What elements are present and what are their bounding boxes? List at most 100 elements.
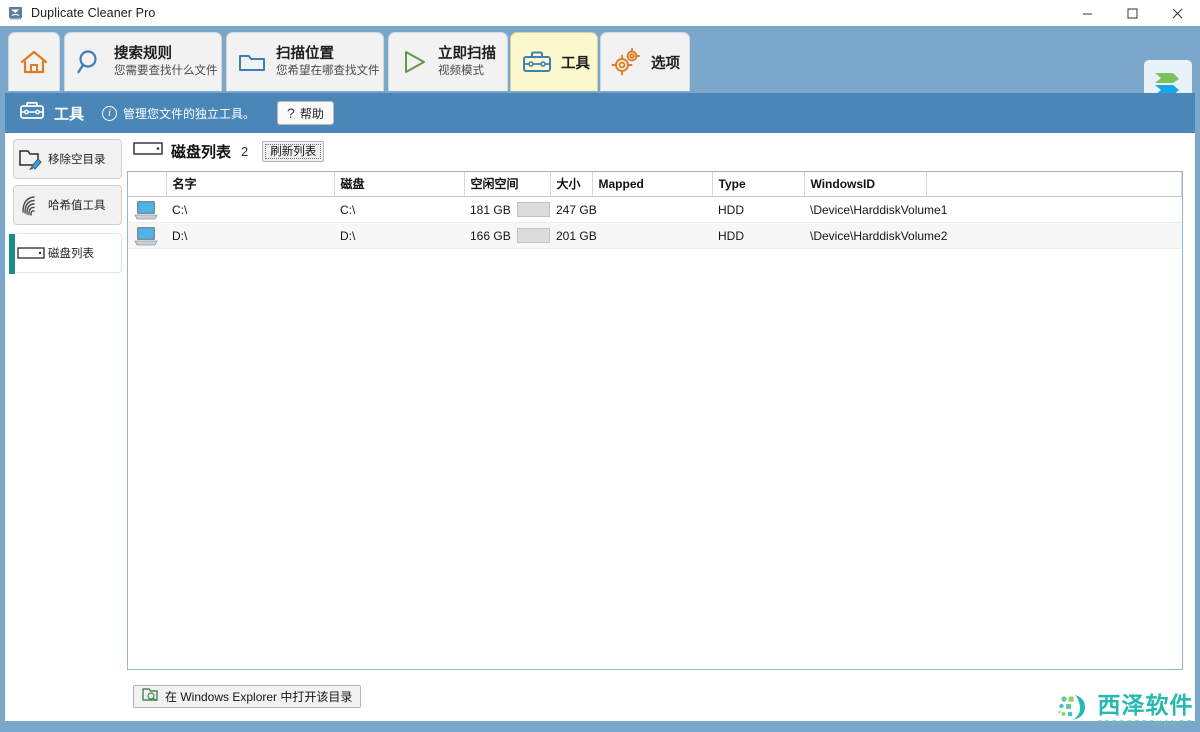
maximize-button[interactable] xyxy=(1110,0,1155,26)
col-header-size[interactable]: 大小 xyxy=(550,172,593,197)
tab-scan-location-subtitle: 您希望在哪查找文件 xyxy=(276,64,380,77)
tab-scan-now-title: 立即扫描 xyxy=(438,45,496,62)
tools-sidebar: 移除空目录 哈希值工具 磁盘列表 xyxy=(5,133,127,721)
refresh-list-button-label: 刷新列表 xyxy=(270,146,317,158)
sidebar-item-remove-empty-dirs[interactable]: 移除空目录 xyxy=(13,139,122,179)
tab-home[interactable] xyxy=(8,32,60,91)
computer-icon xyxy=(134,226,166,246)
folder-icon xyxy=(237,47,267,77)
row-filler xyxy=(926,196,1182,223)
help-button[interactable]: ? 帮助 xyxy=(277,101,334,125)
title-bar: Duplicate Cleaner Pro xyxy=(0,0,1200,26)
sidebar-item-hash-tool[interactable]: 哈希值工具 xyxy=(13,185,122,225)
application-window: Duplicate Cleaner Pro 搜索规则 您需要查找什么文件 扫描位… xyxy=(0,0,1200,732)
minimize-button[interactable] xyxy=(1065,0,1110,26)
info-bar-title: 工具 xyxy=(54,105,85,123)
close-button[interactable] xyxy=(1155,0,1200,26)
row-type: HDD xyxy=(712,222,804,249)
tab-search-criteria-title: 搜索规则 xyxy=(114,45,172,62)
col-header-icon[interactable] xyxy=(128,172,167,197)
panel-header: 磁盘列表 2 刷新列表 xyxy=(127,133,1195,169)
col-header-free-space[interactable]: 空闲空间 xyxy=(464,172,551,197)
play-icon xyxy=(399,47,429,77)
disk-icon xyxy=(14,245,48,261)
tab-scan-location-title: 扫描位置 xyxy=(276,45,334,62)
row-free-space-cell: 166 GB xyxy=(464,222,550,249)
row-free-space: 166 GB xyxy=(470,228,511,243)
disk-table: 名字 磁盘 空闲空间 大小 Mapped Type WindowsID C:\ … xyxy=(128,172,1182,249)
active-item-indicator xyxy=(9,234,15,274)
tab-options[interactable]: 选项 xyxy=(600,32,690,91)
disk-table-container: 名字 磁盘 空闲空间 大小 Mapped Type WindowsID C:\ … xyxy=(127,171,1183,670)
app-logo-icon xyxy=(8,5,24,21)
help-button-label: 帮助 xyxy=(299,106,324,121)
page-title: 磁盘列表 xyxy=(171,143,232,161)
tab-scan-now[interactable]: 立即扫描 视频模式 xyxy=(388,32,508,91)
tab-tools-title: 工具 xyxy=(561,55,590,72)
row-free-space-cell: 181 GB xyxy=(464,196,550,223)
fingerprint-icon xyxy=(14,192,48,218)
window-title: Duplicate Cleaner Pro xyxy=(31,6,156,20)
toolbox-icon xyxy=(19,100,45,127)
table-row[interactable]: D:\ D:\ 166 GB 201 GB HDD \Device\Harddi… xyxy=(128,222,1182,249)
row-disk: D:\ xyxy=(334,222,464,249)
disk-list-panel: 磁盘列表 2 刷新列表 名字 磁盘 空闲空间 大小 Mapped Type Wi… xyxy=(127,133,1195,721)
folder-search-icon xyxy=(142,687,159,707)
gears-icon xyxy=(611,47,643,77)
free-space-bar xyxy=(516,202,550,217)
window-controls xyxy=(1065,0,1200,26)
row-windowsid: \Device\HarddiskVolume2 xyxy=(804,222,947,249)
magnifier-icon xyxy=(75,47,105,77)
col-header-name[interactable]: 名字 xyxy=(166,172,335,197)
col-header-mapped[interactable]: Mapped xyxy=(592,172,713,197)
row-mapped xyxy=(592,222,712,249)
tab-tools[interactable]: 工具 xyxy=(510,32,598,91)
disk-icon xyxy=(133,141,163,161)
tab-options-title: 选项 xyxy=(651,55,680,72)
disk-table-body: C:\ C:\ 181 GB 247 GB HDD \Device\Harddi… xyxy=(128,196,1182,249)
sidebar-item-disk-list[interactable]: 磁盘列表 xyxy=(9,233,122,274)
row-icon-cell xyxy=(128,196,166,223)
watermark: 西泽软件 SEEDSOFCHANGE xyxy=(1057,693,1194,728)
sidebar-item-hash-tool-label: 哈希值工具 xyxy=(48,200,106,212)
sidebar-item-disk-list-label: 磁盘列表 xyxy=(48,248,94,260)
row-filler xyxy=(926,222,1182,249)
question-mark-icon: ? xyxy=(287,105,295,121)
row-free-space: 181 GB xyxy=(470,202,511,217)
table-row[interactable]: C:\ C:\ 181 GB 247 GB HDD \Device\Harddi… xyxy=(128,196,1182,223)
info-bar-description: 管理您文件的独立工具。 xyxy=(123,106,256,121)
sidebar-item-remove-empty-dirs-label: 移除空目录 xyxy=(48,154,106,166)
free-space-bar xyxy=(516,228,550,243)
row-icon-cell xyxy=(128,222,166,249)
col-header-type[interactable]: Type xyxy=(712,172,805,197)
col-header-filler[interactable] xyxy=(926,172,1182,197)
col-header-windowsid[interactable]: WindowsID xyxy=(804,172,927,197)
watermark-chinese: 西泽软件 xyxy=(1097,692,1194,718)
ribbon-tab-strip: 搜索规则 您需要查找什么文件 扫描位置 您希望在哪查找文件 立即扫描 视频模式 … xyxy=(0,26,1200,108)
seeds-logo-icon xyxy=(1057,693,1091,728)
disk-table-header: 名字 磁盘 空闲空间 大小 Mapped Type WindowsID xyxy=(128,172,1182,197)
row-size: 201 GB xyxy=(550,222,597,249)
disk-count-badge: 2 xyxy=(241,143,249,159)
row-name: D:\ xyxy=(166,222,334,249)
row-type: HDD xyxy=(712,196,804,223)
row-disk: C:\ xyxy=(334,196,464,223)
tab-search-criteria[interactable]: 搜索规则 您需要查找什么文件 xyxy=(64,32,222,91)
row-name: C:\ xyxy=(166,196,334,223)
watermark-english: SEEDSOFCHANGE xyxy=(1097,718,1194,727)
computer-icon xyxy=(134,200,166,220)
home-icon xyxy=(19,47,49,77)
col-header-disk[interactable]: 磁盘 xyxy=(334,172,465,197)
info-icon: i xyxy=(102,105,118,121)
tab-scan-location[interactable]: 扫描位置 您希望在哪查找文件 xyxy=(226,32,384,91)
open-in-explorer-button[interactable]: 在 Windows Explorer 中打开该目录 xyxy=(133,685,362,708)
tab-search-criteria-subtitle: 您需要查找什么文件 xyxy=(114,64,218,77)
tab-scan-now-subtitle: 视频模式 xyxy=(438,64,484,77)
toolbox-icon xyxy=(521,47,553,77)
refresh-list-button[interactable]: 刷新列表 xyxy=(262,140,325,162)
folder-brush-icon xyxy=(14,147,48,171)
row-windowsid: \Device\HarddiskVolume1 xyxy=(804,196,947,223)
row-mapped xyxy=(592,196,712,223)
tools-info-bar: 工具 i 管理您文件的独立工具。 ? 帮助 xyxy=(5,93,1195,133)
open-in-explorer-label: 在 Windows Explorer 中打开该目录 xyxy=(165,690,353,704)
